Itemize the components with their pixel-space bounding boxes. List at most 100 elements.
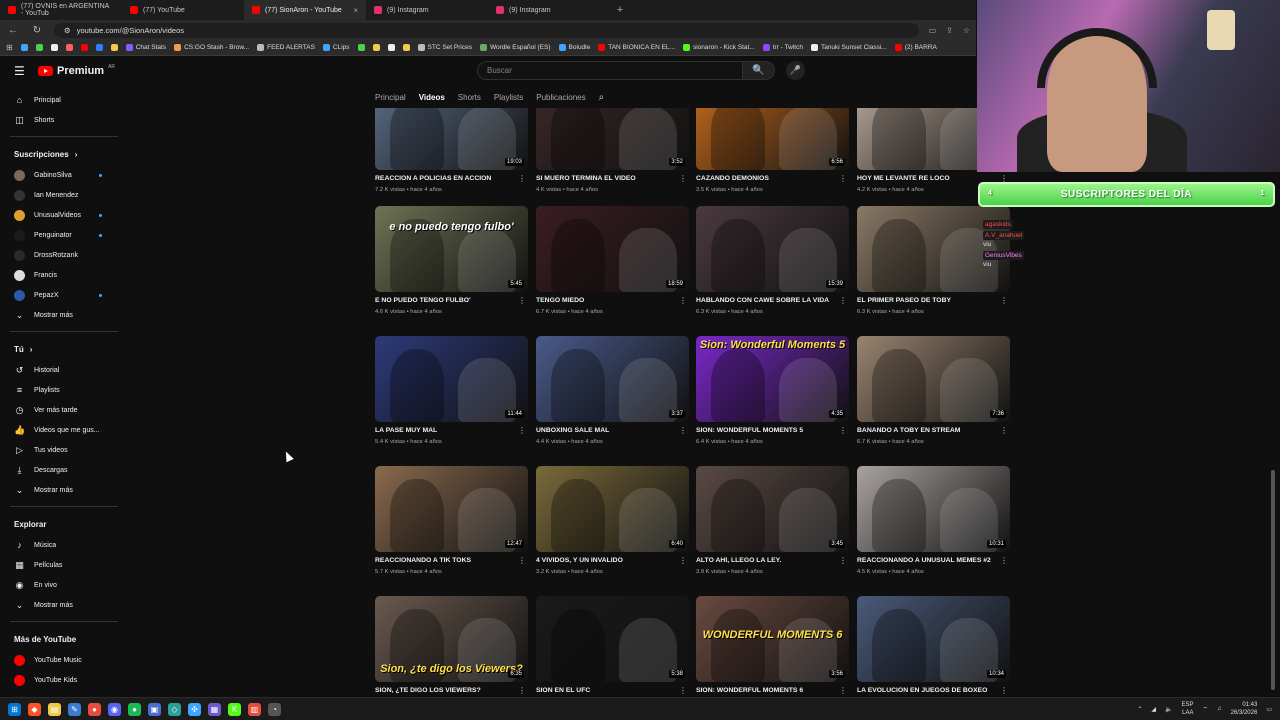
taskbar-app-icon[interactable]: ✣ (188, 702, 201, 716)
bookmark-item[interactable]: CS:GO Stash - Brow... (174, 44, 249, 51)
sidebar-item-you[interactable]: ↺ Historial (0, 360, 120, 380)
subscriptions-heading[interactable]: Suscripciones › (0, 143, 120, 165)
video-title[interactable]: E NO PUEDO TENGO FULBO' (375, 297, 515, 304)
video-card[interactable]: 5:38 SION EN EL UFC ⋮ (536, 596, 689, 694)
bookmark-item[interactable] (402, 44, 410, 51)
more-options-icon[interactable]: ⋮ (518, 296, 526, 305)
video-thumbnail[interactable]: 5:38 (536, 596, 689, 682)
video-thumbnail[interactable]: 12:47 (375, 466, 528, 552)
youtube-premium-logo[interactable]: Premium AR (38, 64, 115, 77)
more-options-icon[interactable]: ⋮ (839, 686, 847, 694)
menu-icon[interactable]: ☰ (14, 64, 28, 78)
taskbar-app-icon[interactable]: ● (88, 702, 101, 716)
network-icon[interactable]: ◢ (1151, 706, 1156, 713)
share-icon[interactable]: ⇪ (946, 26, 953, 35)
url-field[interactable]: ⚙ youtube.com/@SionAron/videos (54, 22, 919, 38)
show-more-button[interactable]: ⌄ Mostrar más (0, 305, 120, 325)
taskbar-app-icon[interactable]: ⊞ (8, 702, 21, 716)
sidebar-item-principal[interactable]: ⌂ Principal (0, 90, 120, 110)
video-title[interactable]: EL PRIMER PASEO DE TOBY (857, 297, 997, 304)
browser-tab[interactable]: (77) YouTube (122, 0, 244, 20)
video-title[interactable]: UNBOXING SALE MAL (536, 427, 676, 434)
more-options-icon[interactable]: ⋮ (518, 686, 526, 694)
wifi-icon[interactable]: ⌔ (1202, 705, 1208, 713)
bookmark-item[interactable]: trr - Twitch (762, 44, 803, 51)
video-title[interactable]: REACCIONANDO A TIK TOKS (375, 557, 515, 564)
bookmark-item[interactable] (95, 44, 103, 51)
channel-search-icon[interactable]: ⌕ (599, 92, 605, 103)
video-card[interactable]: 10:34 LA EVOLUCIÓN EN JUEGOS DE BOXEO ⋮ (857, 596, 1010, 694)
video-thumbnail[interactable]: 15:39 (696, 206, 849, 292)
video-title[interactable]: HABLANDO CON CAWE SOBRE LA VIDA (696, 297, 836, 304)
sidebar-subscription[interactable]: PepazX (0, 285, 120, 305)
taskbar-app-icon[interactable]: ◇ (168, 702, 181, 716)
video-card[interactable]: 7:36 BAÑANDO A TOBY EN STREAM 6.7 K vistas… (857, 336, 1010, 460)
video-thumbnail[interactable]: e no puedo tengo fulbo' 5:45 (375, 206, 528, 292)
sidebar-item-you[interactable]: ≡ Playlists (0, 380, 120, 400)
browser-tab[interactable]: (9) Instagram (488, 0, 610, 20)
bookmark-item[interactable]: FEED ALERTAS (257, 44, 315, 51)
video-thumbnail[interactable]: 3:52 (536, 108, 689, 170)
video-card[interactable]: e no puedo tengo fulbo' 5:45 E NO PUEDO TE… (375, 206, 528, 330)
video-card[interactable]: 10:31 REACCIONANDO A UNUSUAL MEMES #2 4.5 … (857, 466, 1010, 590)
install-icon[interactable]: ▭ (929, 26, 937, 35)
more-options-icon[interactable]: ⋮ (518, 556, 526, 565)
more-options-icon[interactable]: ⋮ (1000, 426, 1008, 435)
tab-videos[interactable]: Videos (419, 93, 445, 102)
sidebar-subscription[interactable]: DrossRotzank (0, 245, 120, 265)
close-icon[interactable]: × (353, 6, 358, 15)
more-options-icon[interactable]: ⋮ (679, 686, 687, 694)
video-title[interactable]: HOY ME LEVANTE RE LOCO (857, 175, 997, 182)
taskbar-app-icon[interactable]: ● (128, 702, 141, 716)
more-options-icon[interactable]: ⋮ (1000, 556, 1008, 565)
taskbar-app-icon[interactable]: ▦ (208, 702, 221, 716)
browser-tab[interactable]: (9) Instagram (366, 0, 488, 20)
sidebar-item-explore[interactable]: ⌄ Mostrar más (0, 595, 120, 615)
taskbar-app-icon[interactable]: ◉ (108, 702, 121, 716)
clock[interactable]: 01:43 26/3/2026 (1231, 701, 1258, 717)
speaker-icon[interactable]: ♫ (1217, 706, 1222, 712)
video-title[interactable]: ALTO AHÍ, LLEGÓ LA LEY. (696, 557, 836, 564)
tab-playlists[interactable]: Playlists (494, 93, 523, 102)
bookmark-item[interactable] (50, 44, 58, 51)
voice-search-button[interactable]: 🎤 (786, 61, 805, 80)
bookmark-item[interactable]: (2) BARRA (894, 44, 937, 51)
video-thumbnail[interactable]: 6:40 (536, 466, 689, 552)
more-options-icon[interactable]: ⋮ (679, 556, 687, 565)
more-options-icon[interactable]: ⋮ (1000, 296, 1008, 305)
page-scrollbar[interactable] (1271, 470, 1275, 690)
sidebar-item-more[interactable]: YouTube Music (0, 650, 120, 670)
back-icon[interactable]: ← (6, 25, 20, 36)
bookmark-item[interactable]: TAN BIONICA EN EL... (598, 44, 675, 51)
video-title[interactable]: SION: WONDERFUL MOMENTS 5 (696, 427, 836, 434)
video-thumbnail[interactable]: 7:36 (857, 336, 1010, 422)
video-card[interactable]: 3:52 SI MUERO TERMINA EL VIDEO 4 K vistas … (536, 108, 689, 208)
bookmark-item[interactable] (387, 44, 395, 51)
video-title[interactable]: TENGO MIEDO (536, 297, 676, 304)
more-options-icon[interactable]: ⋮ (839, 174, 847, 183)
video-card[interactable]: 19:03 REACCIÓN A POLICIAS EN ACCIÓN 7.2 K … (375, 108, 528, 208)
bookmark-item[interactable] (35, 44, 43, 51)
video-thumbnail[interactable]: 6:56 (696, 108, 849, 170)
more-options-icon[interactable]: ⋮ (679, 296, 687, 305)
video-thumbnail[interactable]: 10:31 (857, 466, 1010, 552)
more-options-icon[interactable]: ⋮ (839, 426, 847, 435)
more-options-icon[interactable]: ⋮ (679, 426, 687, 435)
video-card[interactable]: Sion, ¿te digo los Viewers? 6:35 SION, ¿TE… (375, 596, 528, 694)
more-options-icon[interactable]: ⋮ (839, 296, 847, 305)
video-title[interactable]: SI MUERO TERMINA EL VIDEO (536, 175, 676, 182)
taskbar-app-icon[interactable]: K (228, 702, 241, 716)
video-card[interactable]: 3:37 UNBOXING SALE MAL 4.4 K vistas • hace… (536, 336, 689, 460)
video-thumbnail[interactable]: Sion, ¿te digo los Viewers? 6:35 (375, 596, 528, 682)
browser-tab[interactable]: (77) SionAron - YouTube × (244, 0, 366, 20)
new-tab-button[interactable]: + (610, 0, 630, 20)
sidebar-item-you[interactable]: ▷ Tus videos (0, 440, 120, 460)
video-card[interactable]: 6:56 CAZANDO DEMONIOS 3.5 K vistas • hace … (696, 108, 849, 208)
bookmark-item[interactable] (357, 44, 365, 51)
video-card[interactable]: 12:47 REACCIONANDO A TIK TOKS 5.7 K vistas… (375, 466, 528, 590)
notifications-icon[interactable]: ▭ (1266, 706, 1272, 713)
sidebar-item-you[interactable]: ⤓ Descargas (0, 460, 120, 480)
video-card[interactable]: Sion: Wonderful Moments 5 4:35 SION: WONDE… (696, 336, 849, 460)
video-title[interactable]: REACCIÓN A POLICIAS EN ACCIÓN (375, 175, 515, 182)
more-options-icon[interactable]: ⋮ (839, 556, 847, 565)
